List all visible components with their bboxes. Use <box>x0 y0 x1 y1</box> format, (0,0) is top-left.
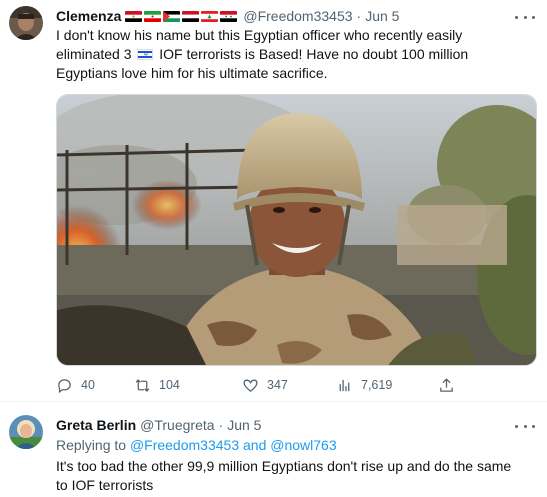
tweet-text-line: I don't know his name but this Egyptian … <box>56 27 463 43</box>
author-handle[interactable]: @Truegreta <box>140 417 214 433</box>
yemen-flag-icon <box>182 10 200 22</box>
tweet-actions: 40 104 347 7,619 <box>56 375 456 395</box>
tweet-date[interactable]: Jun 5 <box>227 417 261 433</box>
author-handle[interactable]: @Freedom33453 <box>243 8 352 24</box>
reply-count: 40 <box>81 378 95 392</box>
israel-flag-icon: ✡ <box>137 49 154 60</box>
tweet-text-line: to IOF terrorists <box>56 477 154 493</box>
separator-dot: · <box>356 8 362 24</box>
reply-button[interactable]: 40 <box>56 375 95 395</box>
author-name[interactable]: Clemenza <box>56 8 121 24</box>
tweet-text-line: Egyptians love him for his ultimate sacr… <box>56 65 328 81</box>
tweet[interactable]: Clemenza @Freedom33453 · Jun 5 I don't k… <box>0 0 547 402</box>
share-button[interactable] <box>438 375 455 395</box>
iran-flag-icon <box>144 10 162 22</box>
tweet-text-line: It's too bad the other 99,9 million Egyp… <box>56 458 512 474</box>
heart-icon <box>243 379 258 392</box>
tweet-text-fragment: IOF terrorists is Based! Have no doubt 1… <box>159 46 469 62</box>
reply-tweet[interactable]: Greta Berlin @Truegreta · Jun 5 Replying… <box>0 403 547 497</box>
tweet-header: Clemenza @Freedom33453 · Jun 5 <box>56 6 399 26</box>
tweet-text-fragment: eliminated 3 <box>56 46 132 62</box>
egypt-flag-icon <box>125 10 143 22</box>
replying-to-label: Replying to <box>56 437 127 453</box>
share-icon <box>440 377 453 392</box>
tweet-text: It's too bad the other 99,9 million Egyp… <box>56 457 536 495</box>
mention-link[interactable]: @nowl763 <box>270 437 336 453</box>
tweet-text: I don't know his name but this Egyptian … <box>56 26 536 83</box>
flag-emojis <box>125 10 239 22</box>
replying-to-conj: and <box>243 437 267 453</box>
tweet-header: Greta Berlin @Truegreta · Jun 5 <box>56 415 261 435</box>
replying-to: Replying to @Freedom33453 and @nowl763 <box>56 437 337 453</box>
retweet-icon <box>135 378 150 392</box>
retweet-count: 104 <box>159 378 180 392</box>
syria-flag-icon <box>220 10 238 22</box>
author-name[interactable]: Greta Berlin <box>56 417 136 433</box>
tweet-date[interactable]: Jun 5 <box>365 8 399 24</box>
palestine-flag-icon <box>163 10 181 22</box>
reply-icon <box>58 378 71 393</box>
lebanon-flag-icon <box>201 10 219 22</box>
view-count: 7,619 <box>361 378 393 392</box>
more-options-icon[interactable] <box>515 10 535 24</box>
tweet-photo[interactable] <box>56 94 537 366</box>
more-options-icon[interactable] <box>515 419 535 433</box>
retweet-button[interactable]: 104 <box>134 375 180 395</box>
views-button[interactable]: 7,619 <box>336 375 392 395</box>
mention-link[interactable]: @Freedom33453 <box>130 437 239 453</box>
tweet-text-line: eliminated 3 ✡ IOF terrorists is Based! … <box>56 45 536 64</box>
like-button[interactable]: 347 <box>242 375 288 395</box>
like-count: 347 <box>267 378 288 392</box>
separator-dot: · <box>218 417 224 433</box>
avatar[interactable] <box>9 415 43 449</box>
avatar[interactable] <box>9 6 43 40</box>
analytics-icon <box>339 379 350 391</box>
